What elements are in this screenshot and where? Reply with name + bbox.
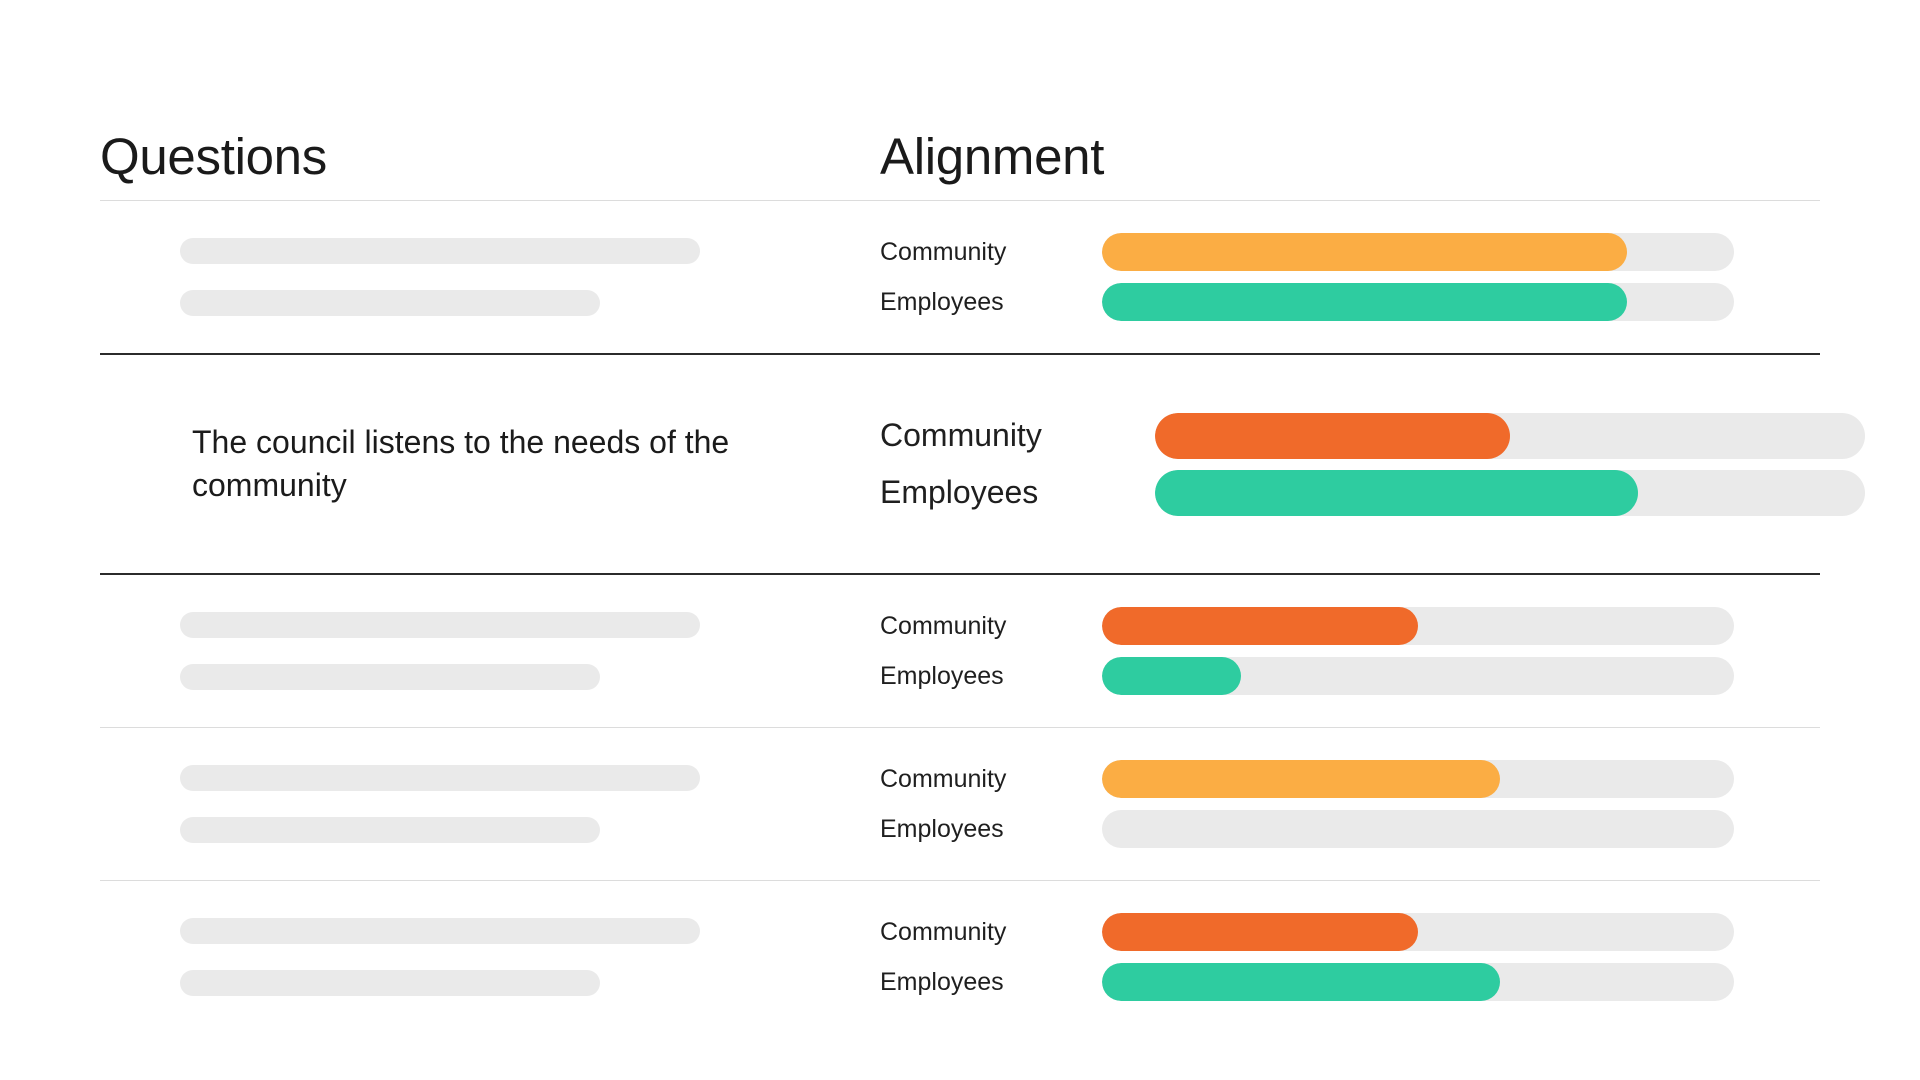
bar-track [1102,913,1734,951]
question-skeleton-line [180,817,600,843]
bar-label-community: Community [880,764,1007,793]
bar-label-employees: Employees [880,814,1004,843]
bar-line: Community [880,760,1820,798]
page-title-questions: Questions [100,128,327,185]
question-skeleton-line [180,290,600,316]
question-cell [100,765,880,843]
bar-label-employees: Employees [880,287,1004,316]
bar-fill-employees [1102,963,1501,1001]
bar-fill-community [1102,233,1627,271]
bar-track [1155,412,1865,459]
bar-track [1102,607,1734,645]
bar-label-employees: Employees [880,967,1004,996]
bar-fill-community [1102,913,1418,951]
alignment-cell: Community Employees [880,913,1820,1001]
bar-fill-employees [1102,657,1242,695]
bar-line: Employees [880,963,1820,1001]
alignment-report-page: Questions Alignment Community Employees Th… [0,0,1920,1080]
bar-track [1102,760,1734,798]
alignment-cell: Community Employees [880,607,1820,695]
question-cell [100,612,880,690]
question-skeleton-line [180,765,700,791]
bar-line: Community [880,412,1865,459]
question-skeleton-line [180,970,600,996]
bar-label-community: Community [880,237,1007,266]
question-text: The council listens to the needs of the … [192,424,730,503]
bar-track [1102,233,1734,271]
bar-line: Community [880,913,1820,951]
table-row[interactable]: Community Employees [100,201,1820,353]
bar-track [1102,657,1734,695]
bar-track [1102,963,1734,1001]
bar-fill-employees [1155,469,1638,516]
table-row[interactable]: Community Employees [100,575,1820,727]
bar-label-community: Community [880,417,1042,454]
table-row[interactable]: The council listens to the needs of the … [100,355,1865,573]
bar-line: Community [880,607,1820,645]
bar-line: Employees [880,810,1820,848]
bar-label-community: Community [880,917,1007,946]
bar-label-employees: Employees [880,474,1039,511]
bar-fill-community [1155,412,1510,459]
bar-line: Community [880,233,1820,271]
header-alignment-column: Alignment [880,131,1820,200]
bar-track [1102,810,1734,848]
page-title-alignment: Alignment [880,128,1105,185]
bar-fill-employees [1102,283,1627,321]
bar-line: Employees [880,657,1820,695]
table-row[interactable]: Community Employees [100,881,1820,1033]
question-skeleton-line [180,918,700,944]
table-header: Questions Alignment [100,0,1820,200]
bar-line: Employees [880,283,1820,321]
bar-label-community: Community [880,611,1007,640]
header-questions-column: Questions [100,131,880,200]
bar-fill-community [1102,760,1501,798]
bar-label-employees: Employees [880,661,1004,690]
question-cell [100,238,880,316]
question-cell: The council listens to the needs of the … [100,421,880,506]
table-row[interactable]: Community Employees [100,728,1820,880]
bar-line: Employees [880,469,1865,516]
question-skeleton-line [180,664,600,690]
question-cell [100,918,880,996]
bar-track [1102,283,1734,321]
alignment-cell: Community Employees [880,233,1820,321]
question-skeleton-line [180,238,700,264]
bar-fill-community [1102,607,1418,645]
alignment-cell: Community Employees [880,412,1865,516]
bar-track [1155,469,1865,516]
alignment-cell: Community Employees [880,760,1820,848]
question-skeleton-line [180,612,700,638]
question-rows-container: Community Employees The council listens to… [100,201,1865,1033]
